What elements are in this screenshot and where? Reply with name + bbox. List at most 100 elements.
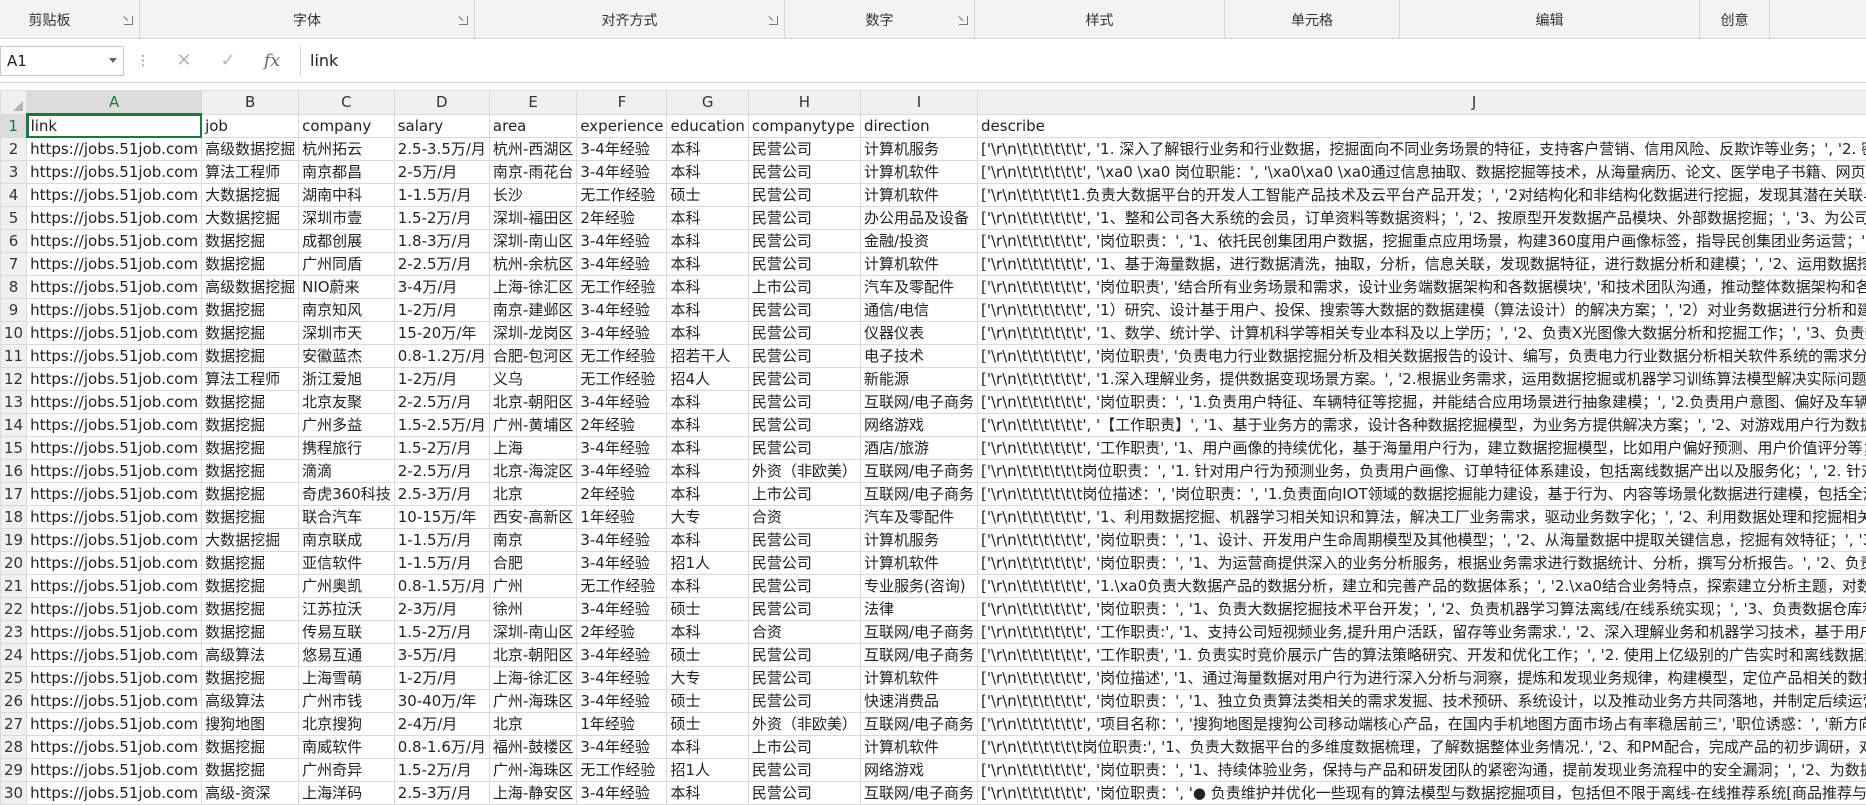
cell-h2[interactable]: 民营公司 [747, 137, 861, 161]
cell-c19[interactable]: 南京联成 [298, 528, 395, 552]
cell-f17[interactable]: 2年经验 [576, 482, 668, 506]
cell-b13[interactable]: 数据挖掘 [201, 390, 300, 414]
cell-d24[interactable]: 3-5万/月 [393, 643, 490, 667]
column-header-c[interactable]: C [298, 90, 395, 115]
cell-i19[interactable]: 计算机服务 [859, 528, 979, 552]
row-header[interactable]: 27 [0, 712, 28, 736]
cell-i5[interactable]: 办公用品及设备 [859, 206, 979, 230]
cell-b28[interactable]: 数据挖掘 [201, 735, 300, 759]
cell-c21[interactable]: 广州奥凯 [298, 574, 395, 598]
cell-d11[interactable]: 0.8-1.2万/月 [393, 344, 490, 368]
cell-h23[interactable]: 合资 [747, 620, 861, 644]
cell-i26[interactable]: 快速消费品 [859, 689, 979, 713]
cell-g3[interactable]: 本科 [666, 160, 749, 184]
cell-d14[interactable]: 1.5-2.5万/月 [393, 413, 490, 437]
cell-i21[interactable]: 专业服务(咨询) [859, 574, 979, 598]
cell-d25[interactable]: 1-2万/月 [393, 666, 490, 690]
cell-f22[interactable]: 3-4年经验 [576, 597, 668, 621]
cell-g23[interactable]: 本科 [666, 620, 749, 644]
cell-e21[interactable]: 广州 [488, 574, 578, 598]
cell-d23[interactable]: 1.5-2万/月 [393, 620, 490, 644]
cell-b14[interactable]: 数据挖掘 [201, 413, 300, 437]
cell-j11[interactable]: ['\r\n\t\t\t\t\t\t', '岗位职责', '负责电力行业数据挖掘… [976, 344, 1866, 368]
cell-j23[interactable]: ['\r\n\t\t\t\t\t\t', '工作职责:', '1、支持公司短视频… [976, 620, 1866, 644]
cell-c6[interactable]: 成都创展 [298, 229, 395, 253]
cell-f19[interactable]: 3-4年经验 [576, 528, 668, 552]
cell-i8[interactable]: 汽车及零配件 [859, 275, 979, 299]
cell-j18[interactable]: ['\r\n\t\t\t\t\t\t', '1、利用数据挖掘、机器学习相关知识和… [976, 505, 1866, 529]
cell-f30[interactable]: 3-4年经验 [576, 781, 668, 805]
row-header[interactable]: 10 [0, 321, 28, 345]
cell-e8[interactable]: 上海-徐汇区 [488, 275, 578, 299]
cell-c3[interactable]: 南京都昌 [298, 160, 395, 184]
cell-j29[interactable]: ['\r\n\t\t\t\t\t\t', '岗位职责：', '1、持续体验业务，… [976, 758, 1866, 782]
cell-a6[interactable]: https://jobs.51job.com [26, 229, 203, 253]
row-header[interactable]: 16 [0, 459, 28, 483]
cell-i14[interactable]: 网络游戏 [859, 413, 979, 437]
dialog-launcher-icon[interactable] [459, 16, 468, 25]
cell-h29[interactable]: 民营公司 [747, 758, 861, 782]
cell-j5[interactable]: ['\r\n\t\t\t\t\t\t', '1、整和公司各大系统的会员，订单资料… [976, 206, 1866, 230]
cell-j9[interactable]: ['\r\n\t\t\t\t\t\t', '1）研究、设计基于用户、投保、搜索等… [976, 298, 1866, 322]
cell-h24[interactable]: 民营公司 [747, 643, 861, 667]
cell-e24[interactable]: 北京-朝阳区 [488, 643, 578, 667]
cell-e15[interactable]: 上海 [488, 436, 578, 460]
cell-b27[interactable]: 搜狗地图 [201, 712, 300, 736]
cell-a26[interactable]: https://jobs.51job.com [26, 689, 203, 713]
cell-d4[interactable]: 1-1.5万/月 [393, 183, 490, 207]
cell-i1[interactable]: direction [859, 113, 979, 138]
cell-j6[interactable]: ['\r\n\t\t\t\t\t\t', '岗位职责：', '1、依托民创集团用… [976, 229, 1866, 253]
column-header-e[interactable]: E [488, 90, 578, 115]
cell-a15[interactable]: https://jobs.51job.com [26, 436, 203, 460]
cell-h16[interactable]: 外资（非欧美） [747, 459, 861, 483]
cell-i16[interactable]: 互联网/电子商务 [859, 459, 979, 483]
cell-e1[interactable]: area [488, 113, 578, 138]
column-header-g[interactable]: G [666, 90, 749, 115]
cell-e18[interactable]: 西安-高新区 [488, 505, 578, 529]
cell-g7[interactable]: 本科 [666, 252, 749, 276]
cell-j16[interactable]: ['\r\n\t\t\t\t\t\t岗位职责：', '1. 针对用户行为预测业务… [976, 459, 1866, 483]
row-header[interactable]: 14 [0, 413, 28, 437]
cell-g27[interactable]: 硕士 [666, 712, 749, 736]
cell-b25[interactable]: 数据挖掘 [201, 666, 300, 690]
row-header[interactable]: 9 [0, 298, 28, 322]
cell-f9[interactable]: 3-4年经验 [576, 298, 668, 322]
cell-a20[interactable]: https://jobs.51job.com [26, 551, 203, 575]
cell-f13[interactable]: 3-4年经验 [576, 390, 668, 414]
cell-b1[interactable]: job [201, 113, 300, 138]
cell-j17[interactable]: ['\r\n\t\t\t\t\t\t岗位描述：', '岗位职责：', '1.负责… [976, 482, 1866, 506]
cell-e7[interactable]: 杭州-余杭区 [488, 252, 578, 276]
cell-a27[interactable]: https://jobs.51job.com [26, 712, 203, 736]
cell-c8[interactable]: NIO蔚来 [298, 275, 395, 299]
cell-a23[interactable]: https://jobs.51job.com [26, 620, 203, 644]
cell-c26[interactable]: 广州市钱 [298, 689, 395, 713]
cell-h15[interactable]: 民营公司 [747, 436, 861, 460]
cell-e17[interactable]: 北京 [488, 482, 578, 506]
row-header[interactable]: 5 [0, 206, 28, 230]
cell-c2[interactable]: 杭州拓云 [298, 137, 395, 161]
cell-f21[interactable]: 无工作经验 [576, 574, 668, 598]
cell-a28[interactable]: https://jobs.51job.com [26, 735, 203, 759]
cell-d17[interactable]: 2.5-3万/月 [393, 482, 490, 506]
cell-b20[interactable]: 数据挖掘 [201, 551, 300, 575]
cell-e27[interactable]: 北京 [488, 712, 578, 736]
cell-e29[interactable]: 广州-海珠区 [488, 758, 578, 782]
dialog-launcher-icon[interactable] [769, 16, 778, 25]
cell-i12[interactable]: 新能源 [859, 367, 979, 391]
column-header-i[interactable]: I [859, 90, 979, 115]
cell-a7[interactable]: https://jobs.51job.com [26, 252, 203, 276]
cell-a30[interactable]: https://jobs.51job.com [26, 781, 203, 805]
cell-f7[interactable]: 3-4年经验 [576, 252, 668, 276]
cell-c14[interactable]: 广州多益 [298, 413, 395, 437]
cell-j7[interactable]: ['\r\n\t\t\t\t\t\t', '1、基于海量数据，进行数据清洗，抽取… [976, 252, 1866, 276]
cell-i18[interactable]: 汽车及零配件 [859, 505, 979, 529]
cell-c10[interactable]: 深圳市天 [298, 321, 395, 345]
cell-f2[interactable]: 3-4年经验 [576, 137, 668, 161]
cell-i9[interactable]: 通信/电信 [859, 298, 979, 322]
cell-d8[interactable]: 3-4万/月 [393, 275, 490, 299]
cell-h6[interactable]: 民营公司 [747, 229, 861, 253]
row-header[interactable]: 8 [0, 275, 28, 299]
cell-j8[interactable]: ['\r\n\t\t\t\t\t\t', '岗位职责', '结合所有业务场景和需… [976, 275, 1866, 299]
cell-b22[interactable]: 数据挖掘 [201, 597, 300, 621]
cell-g12[interactable]: 招4人 [666, 367, 749, 391]
